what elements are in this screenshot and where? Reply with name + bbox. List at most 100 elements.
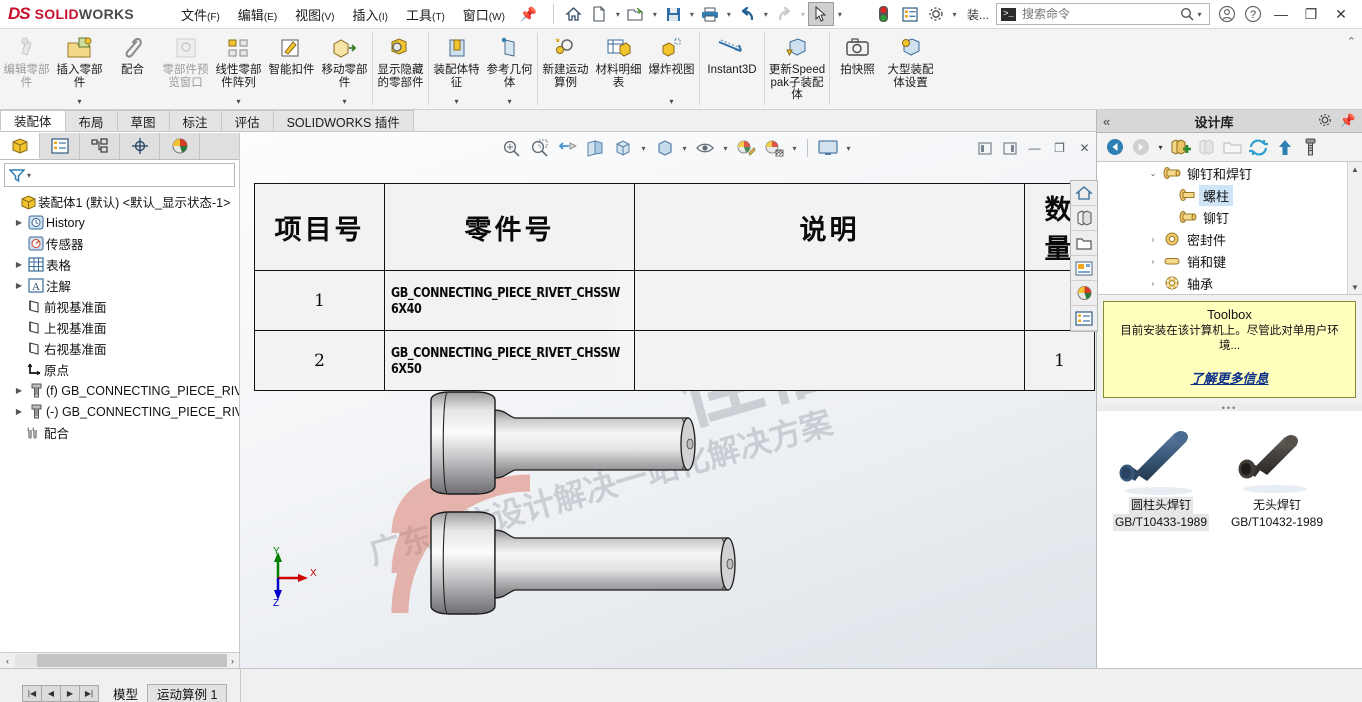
traffic-light-icon[interactable] xyxy=(871,2,897,26)
ribbon-bill-of-materials[interactable]: 材料明细表 xyxy=(592,29,645,109)
library-scroll-up-arrow[interactable]: ▲ xyxy=(1348,162,1362,177)
double-chevron-left-icon[interactable]: « xyxy=(1103,114,1110,129)
ribbon-insert-component[interactable]: 插入零部件 ▾ xyxy=(53,29,106,109)
close-document-icon[interactable]: ✕ xyxy=(1073,137,1096,159)
new-document-button[interactable] xyxy=(586,2,612,26)
menu-edit[interactable]: 编辑(E) xyxy=(229,0,286,29)
tree-root-assembly[interactable]: 装配体1 (默认) <默认_显示状态-1> xyxy=(0,191,239,212)
ribbon-assembly-feature-caret[interactable]: ▾ xyxy=(454,97,458,109)
ribbon-insert-component-caret[interactable]: ▾ xyxy=(77,97,81,109)
tab-motion-study[interactable]: 运动算例 1 xyxy=(147,684,228,702)
bill-of-materials-table[interactable]: 项目号 零件号 说明 数量 1 GB_CONNECTING_PIECE_RIVE… xyxy=(254,183,1095,391)
library-item-headless-weld-stud[interactable]: 无头焊钉 GB/T10432-1989 xyxy=(1221,425,1333,668)
hide-show-caret[interactable]: ▾ xyxy=(720,144,731,153)
pin-icon[interactable]: 📌 xyxy=(520,6,537,23)
library-splitter[interactable]: ••• xyxy=(1097,403,1362,413)
appearances-scenes-icon[interactable] xyxy=(1071,281,1097,306)
sw-resources-icon[interactable] xyxy=(1071,181,1097,206)
ribbon-large-assembly-settings[interactable]: 大型装配体设置 xyxy=(884,29,937,109)
ribbon-show-hidden-components[interactable]: 显示隐藏的零部件 xyxy=(374,29,427,109)
menu-insert[interactable]: 插入(I) xyxy=(344,0,397,29)
menu-view[interactable]: 视图(V) xyxy=(286,0,343,29)
hscroll-thumb[interactable] xyxy=(37,654,227,667)
pane-left-icon[interactable] xyxy=(973,137,996,159)
restore-document-icon[interactable]: ❐ xyxy=(1048,137,1071,159)
save-caret[interactable]: ▾ xyxy=(686,2,697,26)
ribbon-exploded-view[interactable]: 爆炸视图 ▾ xyxy=(645,29,698,109)
new-folder-icon[interactable] xyxy=(1220,135,1245,159)
ribbon-linear-component-pattern[interactable]: 线性零部件阵列 ▾ xyxy=(212,29,265,109)
hscroll-track[interactable] xyxy=(15,654,227,667)
custom-properties-icon[interactable] xyxy=(1071,306,1097,331)
search-caret[interactable]: ▾ xyxy=(1194,2,1205,26)
toolbox-bolt-icon[interactable] xyxy=(1298,135,1323,159)
tree-item-component-2[interactable]: ▶ (-) GB_CONNECTING_PIECE_RIVE xyxy=(0,401,239,422)
add-library-icon[interactable] xyxy=(1168,135,1193,159)
ribbon-component-preview[interactable]: 零部件预览窗口 xyxy=(159,29,212,109)
undo-button[interactable] xyxy=(734,2,760,26)
prev-tab-button[interactable]: ◀ xyxy=(41,685,61,702)
question-help-icon[interactable]: ? xyxy=(1240,2,1266,26)
library-tree-scrollbar[interactable]: ▲ ▼ xyxy=(1347,162,1362,294)
view-orientation-caret[interactable]: ▾ xyxy=(638,144,649,153)
display-style-box-icon[interactable] xyxy=(651,136,677,160)
options-caret[interactable]: ▾ xyxy=(949,2,960,26)
ribbon-linear-pattern-caret[interactable]: ▾ xyxy=(236,97,240,109)
library-node-bearings[interactable]: › 轴承 xyxy=(1097,272,1362,294)
tab-assembly[interactable]: 装配体 xyxy=(0,110,66,131)
gear-icon[interactable] xyxy=(1318,113,1332,130)
first-tab-button[interactable]: |◀ xyxy=(22,685,42,702)
hscroll-right-arrow[interactable]: › xyxy=(225,656,239,666)
tree-tables-arrow[interactable]: ▶ xyxy=(12,260,26,269)
table-row[interactable]: 1 GB_CONNECTING_PIECE_RIVET_CHSSW 6X40 xyxy=(254,270,1095,331)
toolbox-learn-more-link[interactable]: 了解更多信息 xyxy=(1190,368,1268,387)
tree-item-origin[interactable]: 原点 xyxy=(0,359,239,380)
user-account-icon[interactable] xyxy=(1214,2,1240,26)
tree-item-mates[interactable]: 配合 xyxy=(0,422,239,443)
file-explorer-icon[interactable] xyxy=(1071,231,1097,256)
filter-caret[interactable]: ▾ xyxy=(27,171,31,180)
hscroll-left-arrow[interactable]: ‹ xyxy=(0,656,15,666)
tree-item-front-plane[interactable]: 前视基准面 xyxy=(0,296,239,317)
minimize-window-button[interactable]: — xyxy=(1266,1,1296,27)
redo-caret[interactable]: ▾ xyxy=(797,2,808,26)
display-manager-tab[interactable] xyxy=(160,133,200,159)
rivet-model-upper[interactable] xyxy=(420,388,920,498)
design-library-icon[interactable] xyxy=(1071,206,1097,231)
open-document-caret[interactable]: ▾ xyxy=(649,2,660,26)
tree-item-annotations[interactable]: ▶ A 注解 xyxy=(0,275,239,296)
refresh-icon[interactable] xyxy=(1246,135,1271,159)
section-view-icon[interactable] xyxy=(582,136,608,160)
tab-solidworks-addins[interactable]: SOLIDWORKS 插件 xyxy=(272,110,414,131)
close-window-button[interactable]: ✕ xyxy=(1326,1,1356,27)
menu-window[interactable]: 窗口(W) xyxy=(454,0,514,29)
ribbon-take-snapshot[interactable]: 拍快照 xyxy=(831,29,884,109)
gear-icon[interactable] xyxy=(923,2,949,26)
ribbon-exploded-view-caret[interactable]: ▾ xyxy=(669,97,673,109)
graphics-viewport[interactable]: 佳信科技 广东佳信设计解决一站化解决方案 xyxy=(240,133,1096,668)
next-tab-button[interactable]: ▶ xyxy=(60,685,80,702)
library-node-studs[interactable]: 螺柱 xyxy=(1097,184,1362,206)
ribbon-move-component[interactable]: 移动零部件 ▾ xyxy=(318,29,371,109)
tree-annotations-arrow[interactable]: ▶ xyxy=(12,281,26,290)
hide-show-eye-icon[interactable] xyxy=(692,136,718,160)
tree-history-arrow[interactable]: ▶ xyxy=(12,218,26,227)
configuration-manager-tab[interactable] xyxy=(80,133,120,159)
library-node-rivets[interactable]: 铆钉 xyxy=(1097,206,1362,228)
zoom-area-icon[interactable] xyxy=(526,136,552,160)
minimize-document-icon[interactable]: — xyxy=(1023,137,1046,159)
ribbon-move-component-caret[interactable]: ▾ xyxy=(342,97,346,109)
tab-sketch[interactable]: 草图 xyxy=(116,110,170,131)
tab-layout[interactable]: 布局 xyxy=(64,110,118,131)
view-orientation-cube-icon[interactable] xyxy=(610,136,636,160)
menu-tools[interactable]: 工具(T) xyxy=(397,0,454,29)
tree-item-component-1[interactable]: ▶ (f) GB_CONNECTING_PIECE_RIVE xyxy=(0,380,239,401)
select-button[interactable] xyxy=(808,2,835,26)
library-item-cylinder-head-weld-stud[interactable]: 圆柱头焊钉 GB/T10433-1989 xyxy=(1105,425,1217,668)
property-manager-tab[interactable] xyxy=(40,133,80,159)
library-pins-arrow[interactable]: › xyxy=(1145,257,1161,266)
last-tab-button[interactable]: ▶| xyxy=(79,685,99,702)
up-arrow-icon[interactable] xyxy=(1272,135,1297,159)
library-node-seals[interactable]: › 密封件 xyxy=(1097,228,1362,250)
ribbon-update-speedpak[interactable]: 更新Speedpak子装配体 xyxy=(766,29,828,109)
